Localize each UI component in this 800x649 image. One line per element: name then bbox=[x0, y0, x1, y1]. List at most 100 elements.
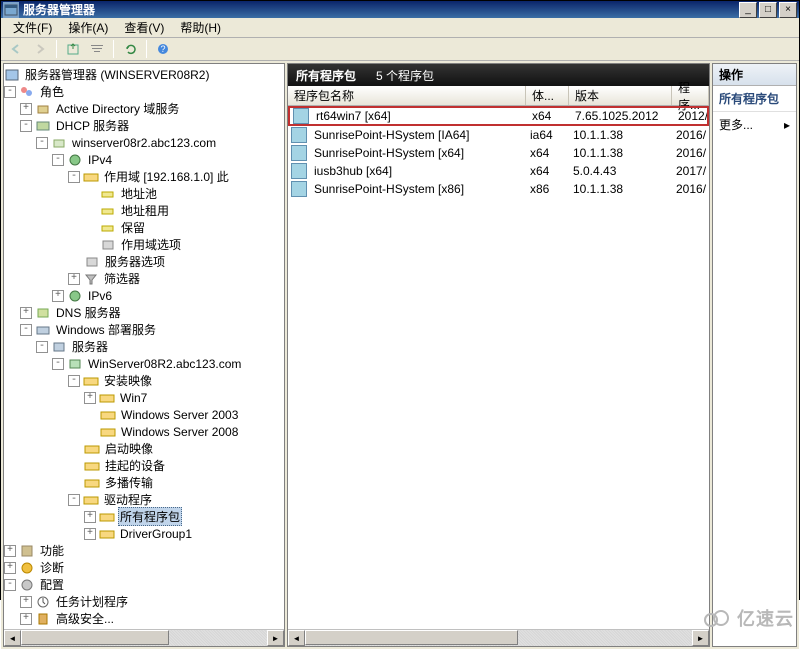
tree-roles[interactable]: -角色 bbox=[4, 83, 284, 100]
cell-date: 2016/ bbox=[672, 128, 709, 142]
tree-dhcp[interactable]: -DHCP 服务器 bbox=[4, 117, 284, 134]
help-button[interactable]: ? bbox=[152, 38, 174, 60]
back-button bbox=[5, 38, 27, 60]
tree-servers[interactable]: -服务器 bbox=[4, 338, 284, 355]
list-count: 5 个程序包 bbox=[376, 67, 434, 84]
list-title: 所有程序包 bbox=[296, 67, 356, 84]
export-button[interactable] bbox=[62, 38, 84, 60]
tree-advanced-security[interactable]: +高级安全... bbox=[4, 610, 284, 627]
cell-date: 2017/ bbox=[672, 164, 709, 178]
tree-hscroll[interactable]: ◄ ► bbox=[4, 629, 284, 646]
refresh-button[interactable] bbox=[119, 38, 141, 60]
cell-name: rt64win7 [x64] bbox=[312, 109, 528, 123]
list-row[interactable]: SunrisePoint-HSystem [IA64]ia6410.1.1.38… bbox=[288, 126, 709, 144]
tree-scope-options[interactable]: 作用域选项 bbox=[4, 236, 284, 253]
titlebar: 服务器管理器 _ □ × bbox=[1, 1, 799, 18]
cell-name: SunrisePoint-HSystem [x64] bbox=[310, 146, 526, 160]
client-area: 服务器管理器 (WINSERVER08R2) -角色 +Active Direc… bbox=[1, 61, 799, 649]
list-row[interactable]: SunrisePoint-HSystem [x64]x6410.1.1.3820… bbox=[288, 144, 709, 162]
cell-arch: x64 bbox=[526, 146, 569, 160]
tree-ipv6[interactable]: +IPv6 bbox=[4, 287, 284, 304]
tree-filter[interactable]: +筛选器 bbox=[4, 270, 284, 287]
cell-name: iusb3hub [x64] bbox=[310, 164, 526, 178]
tree-reserve[interactable]: 保留 bbox=[4, 219, 284, 236]
package-icon bbox=[291, 145, 307, 161]
menu-file[interactable]: 文件(F) bbox=[7, 17, 58, 38]
tree-dns[interactable]: +DNS 服务器 bbox=[4, 304, 284, 321]
scroll-right-button[interactable]: ► bbox=[692, 630, 709, 646]
list-title-bar: 所有程序包 5 个程序包 bbox=[288, 64, 709, 86]
tree-pane: 服务器管理器 (WINSERVER08R2) -角色 +Active Direc… bbox=[3, 63, 285, 647]
scroll-left-button[interactable]: ◄ bbox=[4, 630, 21, 646]
tree-pending[interactable]: 挂起的设备 bbox=[4, 457, 284, 474]
list-hscroll[interactable]: ◄ ► bbox=[288, 629, 709, 646]
menu-help[interactable]: 帮助(H) bbox=[174, 17, 227, 38]
list-row[interactable]: iusb3hub [x64]x645.0.4.432017/ bbox=[288, 162, 709, 180]
actions-more[interactable]: 更多... ▸ bbox=[713, 112, 796, 137]
col-arch[interactable]: 体... bbox=[526, 86, 569, 105]
tree-wds[interactable]: -Windows 部署服务 bbox=[4, 321, 284, 338]
tree-pool[interactable]: 地址池 bbox=[4, 185, 284, 202]
tree-scope[interactable]: -作用域 [192.168.1.0] 此 bbox=[4, 168, 284, 185]
app-icon bbox=[3, 2, 19, 18]
actions-header: 操作 bbox=[713, 64, 796, 86]
tree-task-scheduler[interactable]: +任务计划程序 bbox=[4, 593, 284, 610]
menu-action[interactable]: 操作(A) bbox=[62, 17, 114, 38]
forward-button bbox=[29, 38, 51, 60]
tree-boot-images[interactable]: 启动映像 bbox=[4, 440, 284, 457]
cell-arch: ia64 bbox=[526, 128, 569, 142]
maximize-button[interactable]: □ bbox=[759, 2, 777, 18]
cell-version: 10.1.1.38 bbox=[569, 182, 672, 196]
tree-view[interactable]: 服务器管理器 (WINSERVER08R2) -角色 +Active Direc… bbox=[4, 64, 284, 629]
tree-drivers[interactable]: -驱动程序 bbox=[4, 491, 284, 508]
cell-version: 5.0.4.43 bbox=[569, 164, 672, 178]
tree-ad[interactable]: +Active Directory 域服务 bbox=[4, 100, 284, 117]
close-button[interactable]: × bbox=[779, 2, 797, 18]
tree-install-images[interactable]: -安装映像 bbox=[4, 372, 284, 389]
tree-win7[interactable]: +Win7 bbox=[4, 389, 284, 406]
chevron-right-icon: ▸ bbox=[784, 118, 790, 132]
col-date[interactable]: 程序... bbox=[672, 86, 709, 105]
toolbar: ? bbox=[1, 38, 799, 61]
tree-all-packages[interactable]: +所有程序包 bbox=[4, 508, 284, 525]
scroll-right-button[interactable]: ► bbox=[267, 630, 284, 646]
actions-more-label: 更多... bbox=[719, 116, 753, 133]
tree-ipv4[interactable]: -IPv4 bbox=[4, 151, 284, 168]
svg-text:?: ? bbox=[160, 44, 165, 54]
tree-ws2003[interactable]: Windows Server 2003 bbox=[4, 406, 284, 423]
col-name[interactable]: 程序包名称 bbox=[288, 86, 526, 105]
cell-arch: x64 bbox=[528, 109, 571, 123]
tree-diagnostics[interactable]: +诊断 bbox=[4, 559, 284, 576]
tree-wds-server[interactable]: -WinServer08R2.abc123.com bbox=[4, 355, 284, 372]
tree-server-options[interactable]: 服务器选项 bbox=[4, 253, 284, 270]
tree-driver-group[interactable]: +DriverGroup1 bbox=[4, 525, 284, 542]
tree-config[interactable]: -配置 bbox=[4, 576, 284, 593]
cell-version: 10.1.1.38 bbox=[569, 146, 672, 160]
col-version[interactable]: 版本 bbox=[569, 86, 672, 105]
list-body[interactable]: rt64win7 [x64]x647.65.1025.20122012/Sunr… bbox=[288, 106, 709, 629]
tree-features[interactable]: +功能 bbox=[4, 542, 284, 559]
cell-version: 7.65.1025.2012 bbox=[571, 109, 674, 123]
filter-button[interactable] bbox=[86, 38, 108, 60]
package-icon bbox=[293, 108, 309, 124]
cell-arch: x64 bbox=[526, 164, 569, 178]
list-pane: 所有程序包 5 个程序包 程序包名称 体... 版本 程序... rt64win… bbox=[287, 63, 710, 647]
cell-name: SunrisePoint-HSystem [IA64] bbox=[310, 128, 526, 142]
list-row[interactable]: SunrisePoint-HSystem [x86]x8610.1.1.3820… bbox=[288, 180, 709, 198]
minimize-button[interactable]: _ bbox=[739, 2, 757, 18]
tree-multicast[interactable]: 多播传输 bbox=[4, 474, 284, 491]
package-icon bbox=[291, 181, 307, 197]
package-icon bbox=[291, 163, 307, 179]
list-row[interactable]: rt64win7 [x64]x647.65.1025.20122012/ bbox=[288, 106, 709, 126]
scroll-left-button[interactable]: ◄ bbox=[288, 630, 305, 646]
main-window: 服务器管理器 _ □ × 文件(F) 操作(A) 查看(V) 帮助(H) ? 服… bbox=[0, 0, 800, 600]
tree-root[interactable]: 服务器管理器 (WINSERVER08R2) bbox=[4, 66, 284, 83]
menu-view[interactable]: 查看(V) bbox=[118, 17, 170, 38]
tree-dhcp-server[interactable]: -winserver08r2.abc123.com bbox=[4, 134, 284, 151]
cell-date: 2012/ bbox=[674, 109, 707, 123]
cell-date: 2016/ bbox=[672, 182, 709, 196]
actions-section: 所有程序包 bbox=[713, 86, 796, 112]
tree-lease[interactable]: 地址租用 bbox=[4, 202, 284, 219]
tree-ws2008[interactable]: Windows Server 2008 bbox=[4, 423, 284, 440]
actions-pane: 操作 所有程序包 更多... ▸ bbox=[712, 63, 797, 647]
